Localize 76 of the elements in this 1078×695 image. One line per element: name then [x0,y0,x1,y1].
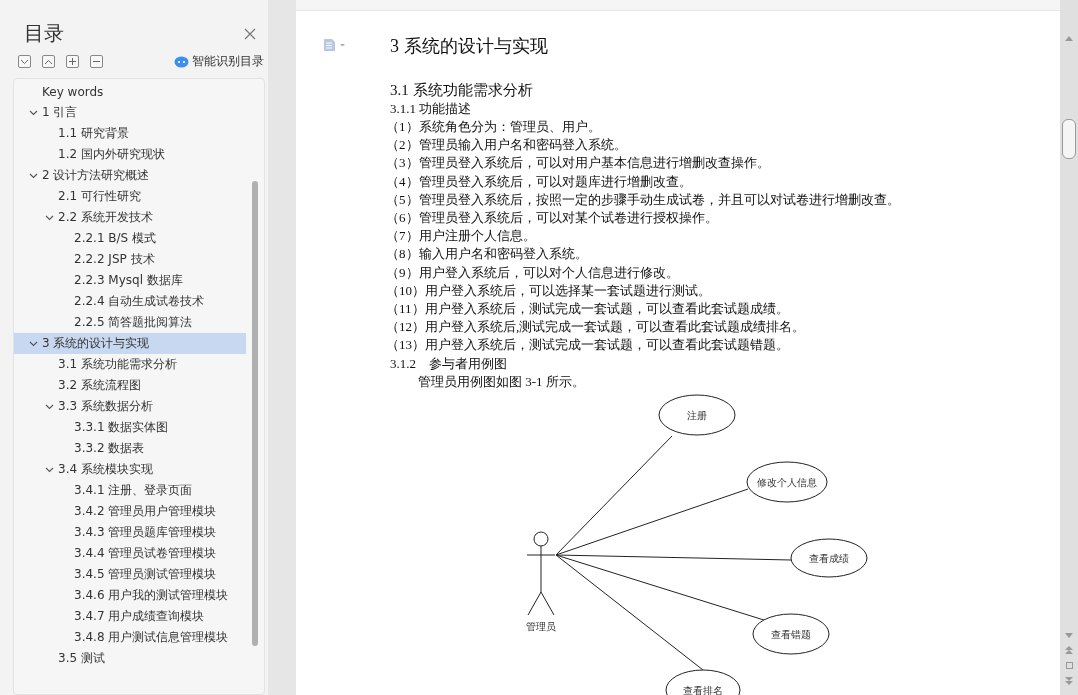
toc-item[interactable]: 1.1 研究背景 [14,123,246,144]
actor-label: 管理员 [526,620,556,632]
toc-item[interactable]: 1 引言 [14,102,246,123]
use-case-ellipse: 查看错题 [752,613,830,655]
toc-item[interactable]: 3.4.5 管理员测试管理模块 [14,564,246,585]
toc-item[interactable]: 3.3 系统数据分析 [14,396,246,417]
paragraph: （1）系统角色分为：管理员、用户。 [386,118,602,136]
toc-item[interactable]: 3.4.8 用户测试信息管理模块 [14,627,246,648]
scrollbar-thumb[interactable] [1062,119,1076,159]
use-case-ellipse: 修改个人信息 [746,461,828,503]
paragraph: （5）管理员登入系统后，按照一定的步骤手动生成试卷，并且可以对试卷进行增删改查。 [386,190,900,209]
cloud-icon [174,55,189,68]
toc-item[interactable]: Key words [14,81,246,102]
section-heading: 3.1 系统功能需求分析 [390,81,534,100]
toc-item[interactable]: 2.2.2 JSP 技术 [14,249,246,270]
chevron-icon[interactable] [29,340,38,347]
paragraph: （13）用户登入系统后，测试完成一套试题，可以查看此套试题错题。 [386,336,790,355]
toc-item[interactable]: 2.2 系统开发技术 [14,207,246,228]
scrollbar-thumb[interactable] [252,181,258,646]
scroll-up-icon[interactable] [1065,36,1073,41]
add-button[interactable] [66,55,79,68]
paragraph: 管理员用例图如图 3-1 所示。 [418,372,586,391]
chevron-down-icon [20,58,29,65]
toc-item[interactable]: 3.2 系统流程图 [14,375,246,396]
chevron-up-icon [44,58,53,65]
toc-item[interactable]: 3.1 系统功能需求分析 [14,354,246,375]
use-case-ellipse: 查看成绩 [790,538,868,578]
chapter-heading: 3 系统的设计与实现 [390,35,549,58]
toc-item[interactable]: 2.1 可行性研究 [14,186,246,207]
toc-item[interactable]: 3.4.3 管理员题库管理模块 [14,522,246,543]
paragraph: （10）用户登入系统后，可以选择某一套试题进行测试。 [386,281,712,300]
chevron-icon[interactable] [29,109,38,116]
chevron-icon[interactable] [29,172,38,179]
paragraph: （11）用户登入系统后，测试完成一套试题，可以查看此套试题成绩。 [386,300,790,319]
scroll-down-icon[interactable] [1065,633,1073,638]
toc-item[interactable]: 2 设计方法研究概述 [14,165,246,186]
toc-item[interactable]: 3 系统的设计与实现 [14,333,246,354]
toc-item[interactable]: 2.2.5 简答题批阅算法 [14,312,246,333]
toc-item[interactable]: 3.4.4 管理员试卷管理模块 [14,543,246,564]
toc-item[interactable]: 2.2.1 B/S 模式 [14,228,246,249]
subsection-heading: 3.1.1 功能描述 [390,100,473,118]
toc-title: 目录 [24,20,64,47]
toc-item[interactable]: 3.4.2 管理员用户管理模块 [14,501,246,522]
smart-toc-button[interactable]: 智能识别目录 [192,53,264,70]
collapse-all-button[interactable] [42,55,55,68]
next-page-icon[interactable] [1065,677,1073,685]
expand-all-button[interactable] [18,55,31,68]
use-case-ellipse: 注册 [658,394,736,436]
select-browse-icon[interactable] [1065,662,1073,669]
toc-item[interactable]: 1.2 国内外研究现状 [14,144,246,165]
vertical-scrollbar[interactable] [1060,0,1078,695]
subsection-heading: 3.1.2 参与者用例图 [390,354,508,373]
toc-item[interactable]: 3.4.1 注册、登录页面 [14,480,246,501]
paragraph: （3）管理员登入系统后，可以对用户基本信息进行增删改查操作。 [386,154,771,173]
toc-item[interactable]: 3.5 测试 [14,648,246,669]
paragraph: （8）输入用户名和密码登入系统。 [386,245,589,264]
paragraph: （12）用户登入系统后,测试完成一套试题，可以查看此套试题成绩排名。 [386,318,807,337]
toc-item[interactable]: 2.2.3 Mysql 数据库 [14,270,246,291]
toc-item[interactable]: 3.4.6 用户我的测试管理模块 [14,585,246,606]
paragraph: （2）管理员输入用户名和密码登入系统。 [386,136,628,155]
remove-button[interactable] [90,55,103,68]
chevron-icon[interactable] [45,214,54,221]
previous-page-icon[interactable] [1065,646,1073,654]
toc-item[interactable]: 3.3.1 数据实体图 [14,417,246,438]
chevron-icon[interactable] [45,403,54,410]
toc-item[interactable]: 3.3.2 数据表 [14,438,246,459]
toc-item[interactable]: 2.2.4 自动生成试卷技术 [14,291,246,312]
plus-icon [68,57,77,66]
chevron-icon[interactable] [45,466,54,473]
paragraph: （4）管理员登入系统后，可以对题库进行增删改查。 [386,172,693,191]
paragraph: （7）用户注册个人信息。 [386,227,537,246]
toc-item[interactable]: 3.4 系统模块实现 [14,459,246,480]
paragraph: （9）用户登入系统后，可以对个人信息进行修改。 [386,263,680,282]
paragraph: （6）管理员登入系统后，可以对某个试卷进行授权操作。 [386,209,719,227]
close-icon[interactable] [244,27,256,40]
toc-item[interactable]: 3.4.7 用户成绩查询模块 [14,606,246,627]
